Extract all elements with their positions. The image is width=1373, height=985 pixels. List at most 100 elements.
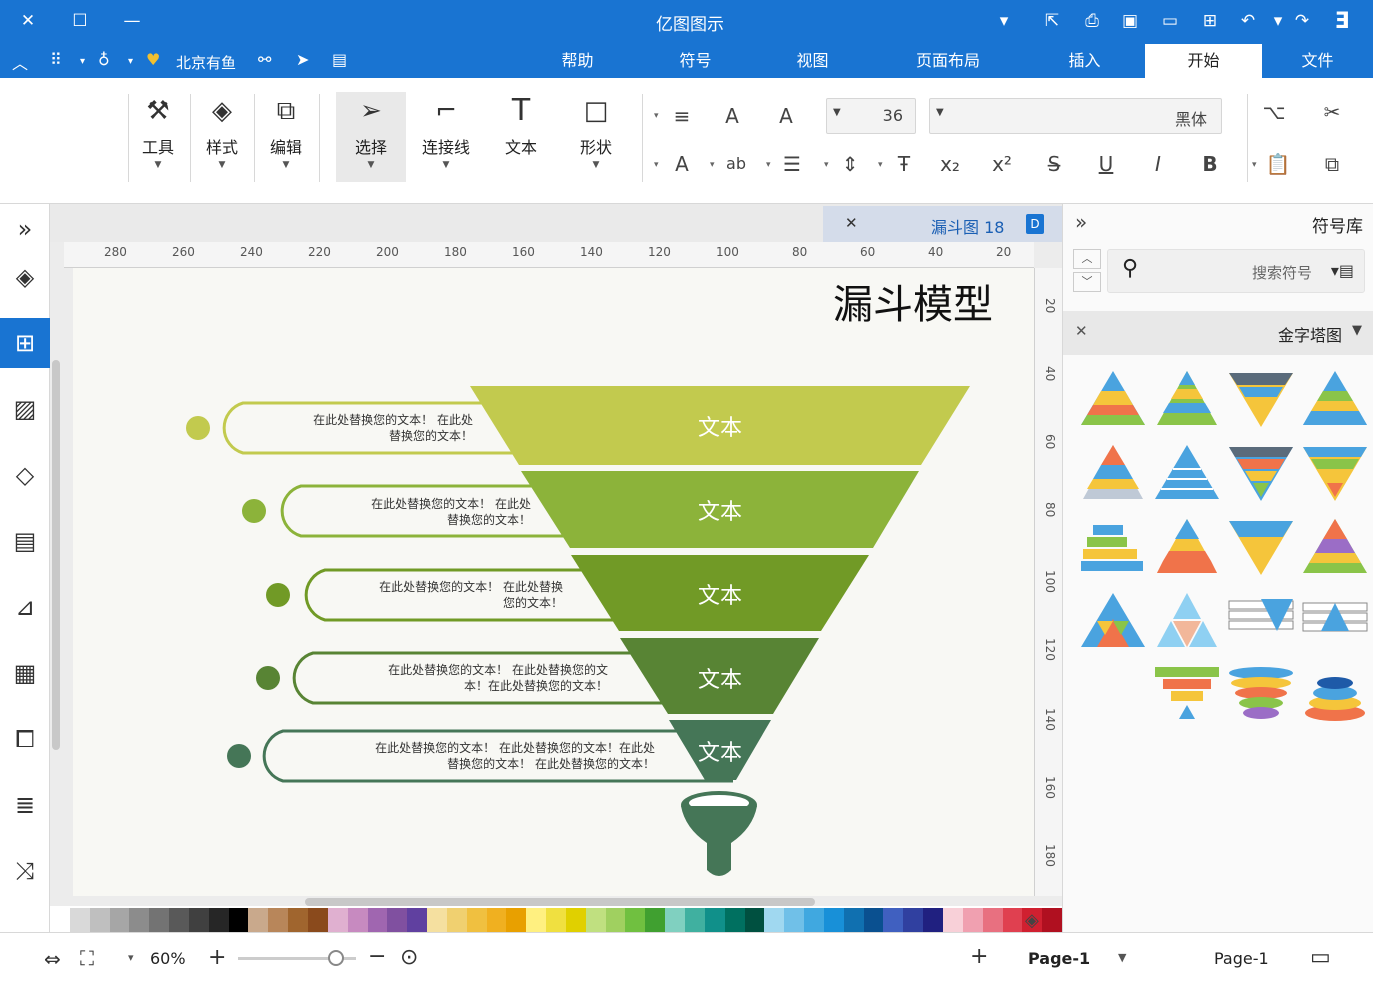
table-icon[interactable]: ▦ — [0, 648, 50, 698]
timeline-icon[interactable]: ≣ — [0, 780, 50, 830]
color-swatch[interactable] — [407, 908, 428, 932]
color-swatch[interactable] — [823, 908, 844, 932]
color-swatch[interactable] — [208, 908, 229, 932]
color-swatch[interactable] — [367, 908, 388, 932]
italic-icon[interactable]: I — [1144, 150, 1172, 178]
pyramid-thumb-19[interactable] — [1305, 677, 1365, 721]
color-swatch[interactable] — [546, 908, 566, 932]
pyramid-thumb-12[interactable] — [1303, 519, 1367, 573]
image-icon[interactable]: ▨ — [0, 384, 50, 434]
maximize-icon[interactable]: ☐ — [68, 10, 92, 32]
print-icon[interactable]: ⎙ — [1080, 10, 1104, 32]
style-button[interactable]: ◈ 样式 ▼ — [187, 92, 257, 182]
color-swatch[interactable] — [724, 908, 745, 932]
redo-icon[interactable]: ↷ — [1290, 10, 1314, 32]
pyramid-thumb-17[interactable] — [1155, 667, 1219, 719]
symbol-search-input[interactable]: ⚲ 搜索符号 ▾▤ — [1107, 249, 1365, 293]
color-swatch[interactable] — [784, 908, 805, 932]
superscript-icon[interactable]: x² — [988, 150, 1016, 178]
menu-home[interactable]: 开始 — [1145, 44, 1262, 78]
chevron-down-icon[interactable]: ▾ — [992, 10, 1016, 32]
menu-file[interactable]: 文件 — [1285, 44, 1350, 78]
color-swatch[interactable] — [764, 908, 785, 932]
pyramid-thumb-14[interactable] — [1157, 593, 1217, 647]
callout-text[interactable]: 在此处替换您的文本！ 在此处 替换您的文本！ — [301, 496, 531, 528]
save-icon[interactable]: ▣ — [1118, 10, 1142, 32]
pyramid-thumb-7[interactable] — [1229, 447, 1293, 501]
pyramid-thumb-2[interactable] — [1157, 371, 1217, 425]
color-swatch[interactable] — [903, 908, 924, 932]
color-swatch[interactable] — [288, 908, 308, 932]
pyramid-thumb-6[interactable] — [1155, 445, 1219, 499]
callout-text[interactable]: 在此处替换您的文本！ 在此处 替换您的文本！ — [243, 412, 473, 444]
undo-icon[interactable]: ↶ — [1236, 10, 1260, 32]
color-swatch[interactable] — [327, 908, 348, 932]
pyramid-thumb-16[interactable] — [1302, 602, 1368, 632]
menu-insert[interactable]: 插入 — [1052, 44, 1117, 78]
color-swatch[interactable] — [585, 908, 606, 932]
color-swatch[interactable] — [942, 908, 963, 932]
decrease-font-icon[interactable]: A — [718, 102, 746, 130]
presentation-icon[interactable]: ▤ — [332, 50, 347, 69]
menu-page-layout[interactable]: 页面布局 — [898, 44, 998, 78]
collapse-panel-icon[interactable]: » — [1075, 210, 1087, 234]
font-name-select[interactable]: ▼ 黑体 — [929, 98, 1222, 134]
color-swatch[interactable] — [446, 908, 467, 932]
color-swatch[interactable] — [526, 908, 547, 932]
chevron-down-icon[interactable]: ▾ — [80, 56, 85, 67]
color-swatch[interactable] — [843, 908, 864, 932]
zoom-slider[interactable] — [238, 950, 356, 966]
color-swatch[interactable] — [69, 908, 90, 932]
subscript-icon[interactable]: x₂ — [936, 150, 964, 178]
open-folder-icon[interactable]: ▭ — [1158, 10, 1182, 32]
color-swatch[interactable] — [228, 908, 249, 932]
color-swatch[interactable] — [1042, 908, 1063, 932]
chevron-down-icon[interactable]: ▾ — [1252, 160, 1257, 170]
text-button[interactable]: T 文本 — [486, 92, 556, 182]
color-swatch[interactable] — [109, 908, 130, 932]
bold-icon[interactable]: B — [1196, 150, 1224, 178]
chevron-down-icon[interactable]: ▾ — [710, 160, 715, 170]
color-swatch[interactable] — [962, 908, 983, 932]
color-swatch[interactable] — [883, 908, 904, 932]
new-file-icon[interactable]: ⊞ — [1198, 10, 1222, 32]
pyramid-thumb-8[interactable] — [1303, 447, 1367, 501]
color-swatch[interactable] — [188, 908, 209, 932]
share-icon[interactable]: ⚯ — [258, 50, 271, 69]
list-icon[interactable]: ☰ — [778, 150, 806, 178]
chart-icon[interactable]: ⊿ — [0, 582, 50, 632]
skin-icon[interactable]: ♁ — [98, 50, 110, 69]
scroll-down-icon[interactable]: ﹀ — [1073, 272, 1101, 292]
color-swatch[interactable] — [744, 908, 765, 932]
color-swatch[interactable] — [427, 908, 447, 932]
color-swatch[interactable] — [685, 908, 705, 932]
library-menu-icon[interactable]: ▾▤ — [1331, 261, 1354, 280]
shuffle-icon[interactable]: ⤨ — [0, 846, 50, 896]
copy-icon[interactable]: ⧉ — [1318, 150, 1346, 178]
category-header[interactable]: ✕ 金字塔图 ▼ — [1063, 311, 1373, 355]
color-swatch[interactable] — [665, 908, 685, 932]
color-swatch[interactable] — [129, 908, 150, 932]
format-painter-icon[interactable]: ⌥ — [1260, 98, 1288, 126]
color-swatch[interactable] — [347, 908, 368, 932]
connector-button[interactable]: ⌐ 连接线 ▼ — [411, 92, 481, 182]
chevron-down-icon[interactable]: ▾ — [1266, 10, 1290, 32]
color-swatch[interactable] — [149, 908, 170, 932]
fullscreen-icon[interactable]: ⛶ — [80, 946, 94, 970]
document-tab[interactable]: ✕ 漏斗图 18 D — [823, 206, 1062, 242]
zoom-out-icon[interactable]: − — [368, 944, 386, 969]
menu-view[interactable]: 视图 — [780, 44, 845, 78]
increase-font-icon[interactable]: A — [772, 102, 800, 130]
pyramid-thumb-13[interactable] — [1081, 593, 1145, 647]
pyramid-thumb-10[interactable] — [1157, 519, 1217, 573]
color-swatch[interactable] — [248, 908, 269, 932]
color-swatch[interactable] — [169, 908, 189, 932]
menu-help[interactable]: 帮助 — [545, 44, 610, 78]
vertical-scrollbar[interactable] — [52, 360, 60, 750]
color-swatch[interactable] — [307, 908, 328, 932]
paste-icon[interactable]: 📋 — [1264, 150, 1292, 178]
callout-text[interactable]: 在此处替换您的文本！ 在此处替换 您的文本！ — [318, 579, 563, 611]
color-swatch[interactable] — [804, 908, 824, 932]
color-swatch[interactable] — [486, 908, 507, 932]
chevron-down-icon[interactable]: ▾ — [878, 160, 883, 170]
